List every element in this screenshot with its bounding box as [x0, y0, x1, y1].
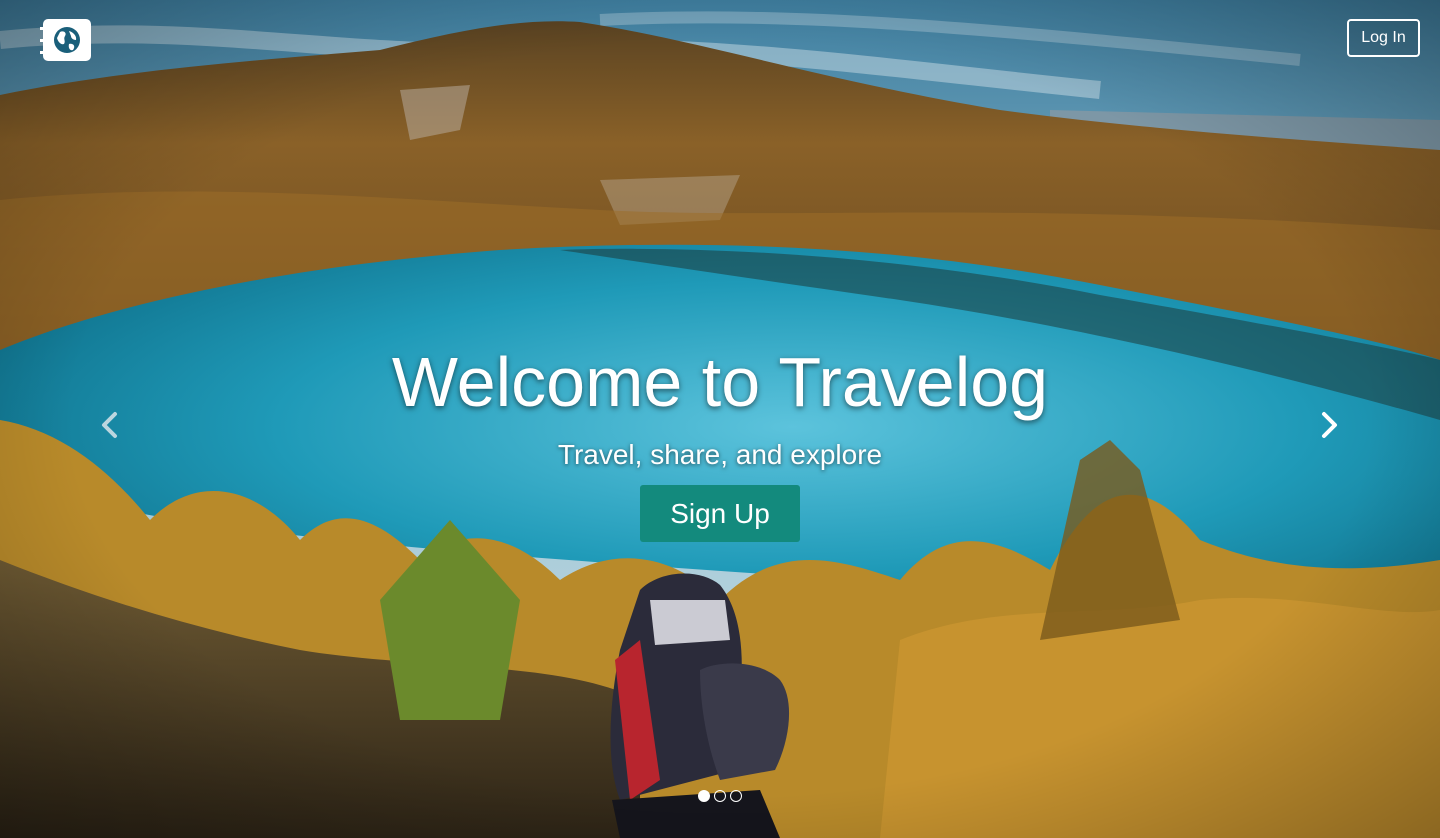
- hero-subtitle: Travel, share, and explore: [557, 439, 883, 470]
- hero-carousel: Log In Welcome to Travelog Travel, share…: [0, 0, 1440, 838]
- carousel-indicators: [0, 790, 1440, 802]
- globe-logo-icon[interactable]: [40, 18, 92, 62]
- hero-title: Welcome to Travelog: [391, 343, 1049, 421]
- hero-caption: Welcome to Travelog Travel, share, and e…: [0, 340, 1440, 542]
- login-button[interactable]: Log In: [1347, 19, 1420, 57]
- carousel-dot-3[interactable]: [730, 790, 742, 802]
- carousel-dot-1[interactable]: [698, 790, 710, 802]
- carousel-dot-2[interactable]: [714, 790, 726, 802]
- signup-button[interactable]: Sign Up: [640, 485, 800, 542]
